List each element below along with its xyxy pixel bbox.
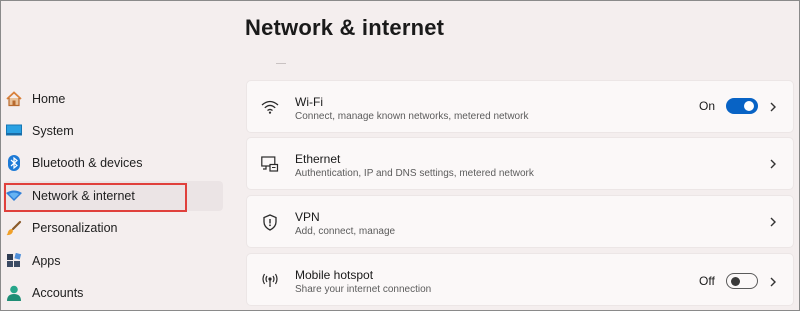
hotspot-icon: [261, 271, 279, 289]
wifi-diamond-icon: [5, 187, 23, 205]
wifi-icon: [261, 98, 279, 116]
vpn-card[interactable]: VPN Add, connect, manage: [246, 195, 794, 248]
bluetooth-icon: [5, 154, 23, 172]
sidebar: Home System Bluetooth & devices Network …: [1, 1, 227, 311]
ethernet-icon: [261, 155, 279, 173]
chevron-right-icon: [767, 157, 779, 171]
sidebar-item-system[interactable]: System: [3, 116, 223, 146]
wifi-toggle[interactable]: [726, 98, 758, 114]
card-subtitle: Add, connect, manage: [295, 226, 396, 237]
hotspot-card-text: Mobile hotspot Share your internet conne…: [295, 268, 431, 296]
sidebar-item-label: Home: [32, 92, 66, 106]
card-subtitle: Share your internet connection: [295, 284, 432, 295]
mobile-hotspot-card[interactable]: Mobile hotspot Share your internet conne…: [246, 253, 794, 306]
apps-icon: [5, 252, 23, 270]
card-subtitle: Connect, manage known networks, metered …: [295, 111, 529, 122]
shield-icon: [261, 213, 279, 231]
home-icon: [5, 90, 23, 108]
sidebar-item-personalization[interactable]: Personalization: [3, 213, 223, 243]
wifi-card[interactable]: Wi-Fi Connect, manage known networks, me…: [246, 80, 794, 133]
chevron-right-icon: [767, 100, 779, 114]
monitor-icon: [5, 122, 23, 140]
sidebar-item-bluetooth[interactable]: Bluetooth & devices: [3, 148, 223, 178]
sidebar-item-home[interactable]: Home: [3, 84, 223, 114]
wifi-card-text: Wi-Fi Connect, manage known networks, me…: [295, 95, 528, 123]
card-title: Wi-Fi: [295, 95, 323, 109]
sidebar-item-apps[interactable]: Apps: [3, 246, 223, 276]
sidebar-item-accounts[interactable]: Accounts: [3, 278, 223, 308]
chevron-right-icon: [767, 215, 779, 229]
sidebar-item-label: Personalization: [32, 221, 118, 235]
hotspot-toggle[interactable]: [726, 273, 758, 289]
card-title: VPN: [295, 210, 320, 224]
sidebar-item-label: Network & internet: [32, 189, 135, 203]
wifi-toggle-state: On: [699, 99, 716, 113]
ethernet-card-text: Ethernet Authentication, IP and DNS sett…: [295, 152, 534, 180]
card-title: Mobile hotspot: [295, 268, 374, 282]
toggle-knob: [731, 276, 740, 286]
sidebar-item-label: Accounts: [32, 286, 84, 300]
card-title: Ethernet: [295, 152, 341, 166]
brush-icon: [5, 219, 23, 237]
vpn-card-text: VPN Add, connect, manage: [295, 210, 395, 238]
toggle-knob: [744, 101, 754, 111]
page-title: Network & internet: [245, 15, 445, 40]
chevron-right-icon: [767, 275, 779, 289]
sidebar-item-label: Bluetooth & devices: [32, 156, 143, 170]
hotspot-toggle-state: Off: [699, 274, 715, 288]
sidebar-item-label: System: [32, 124, 74, 138]
person-icon: [5, 284, 23, 302]
divider: [276, 63, 286, 64]
sidebar-item-network[interactable]: Network & internet: [3, 181, 223, 211]
card-subtitle: Authentication, IP and DNS settings, met…: [295, 168, 534, 179]
ethernet-card[interactable]: Ethernet Authentication, IP and DNS sett…: [246, 137, 794, 190]
sidebar-item-label: Apps: [32, 254, 61, 268]
